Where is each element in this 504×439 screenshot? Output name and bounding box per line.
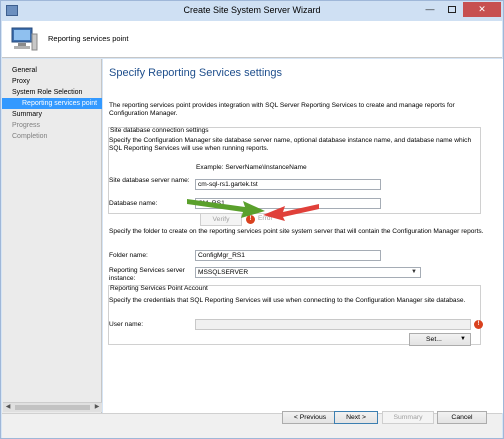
scroll-right-icon[interactable]: ▶ [92, 403, 102, 412]
account-group-title: Reporting Services Point Account [110, 285, 208, 292]
red-arrow-icon [263, 204, 319, 221]
folder-name-label: Folder name: [109, 252, 148, 259]
page-title: Specify Reporting Services settings [109, 67, 283, 79]
intro-text: The reporting services point provides in… [109, 102, 455, 117]
user-name-input[interactable] [195, 319, 471, 330]
account-description: Specify the credentials that SQL Reporti… [109, 297, 466, 304]
wizard-header: Reporting services point [2, 21, 502, 58]
previous-button[interactable]: < Previous [282, 411, 338, 424]
nav-horizontal-scrollbar[interactable]: ◀ ▶ [3, 402, 102, 412]
minimize-button[interactable]: — [419, 2, 441, 17]
maximize-button[interactable] [441, 2, 463, 17]
title-bar[interactable]: Create Site System Server Wizard — ✕ [1, 1, 503, 21]
wizard-content: Specify Reporting Services settings The … [103, 59, 503, 413]
set-button-label: Set... [426, 336, 442, 343]
maximize-icon [448, 6, 456, 13]
window-controls: — ✕ [419, 2, 501, 17]
scrollbar-thumb[interactable] [15, 405, 90, 410]
wizard-window: Create Site System Server Wizard — ✕ Rep… [0, 0, 504, 439]
user-name-label: User name: [109, 321, 144, 328]
server-name-input[interactable] [195, 179, 381, 190]
nav-item-reporting-services-point[interactable]: Reporting services point [2, 98, 102, 109]
nav-item-progress: Progress [12, 122, 41, 129]
close-button[interactable]: ✕ [463, 2, 501, 17]
user-error-icon: ! [474, 320, 483, 329]
server-computer-icon [11, 27, 38, 51]
db-group-title: Site database connection settings [110, 127, 209, 134]
folder-description: Specify the folder to create on the repo… [109, 228, 484, 235]
scroll-left-icon[interactable]: ◀ [3, 403, 13, 412]
instance-label: Reporting Services server instance: [109, 267, 185, 282]
instance-select-value: MSSQLSERVER [198, 269, 249, 276]
wizard-nav: General Proxy System Role Selection Repo… [2, 59, 102, 413]
server-name-example: Example: ServerName\InstanceName [196, 164, 307, 171]
nav-item-proxy[interactable]: Proxy [2, 76, 102, 87]
instance-select[interactable]: MSSQLSERVER ▼ [195, 267, 421, 278]
set-dropdown-button[interactable]: Set... ▼ [409, 333, 471, 346]
database-name-label: Database name: [109, 200, 158, 207]
dropdown-arrow-icon: ▼ [460, 336, 466, 342]
nav-item-completion: Completion [12, 133, 48, 140]
nav-item-general[interactable]: General [2, 65, 102, 76]
nav-item-summary[interactable]: Summary [2, 109, 102, 120]
nav-item-system-role-selection[interactable]: System Role Selection [2, 87, 102, 98]
wizard-footer: < Previous Next > Summary Cancel [2, 411, 502, 438]
folder-name-input[interactable] [195, 250, 381, 261]
next-button[interactable]: Next > [334, 411, 378, 424]
cancel-button[interactable]: Cancel [437, 411, 487, 424]
header-title: Reporting services point [48, 34, 129, 43]
chevron-down-icon: ▼ [411, 269, 417, 275]
summary-button[interactable]: Summary [382, 411, 434, 424]
db-description: Specify the Configuration Manager site d… [109, 137, 472, 152]
server-name-label: Site database server name: [109, 177, 190, 184]
